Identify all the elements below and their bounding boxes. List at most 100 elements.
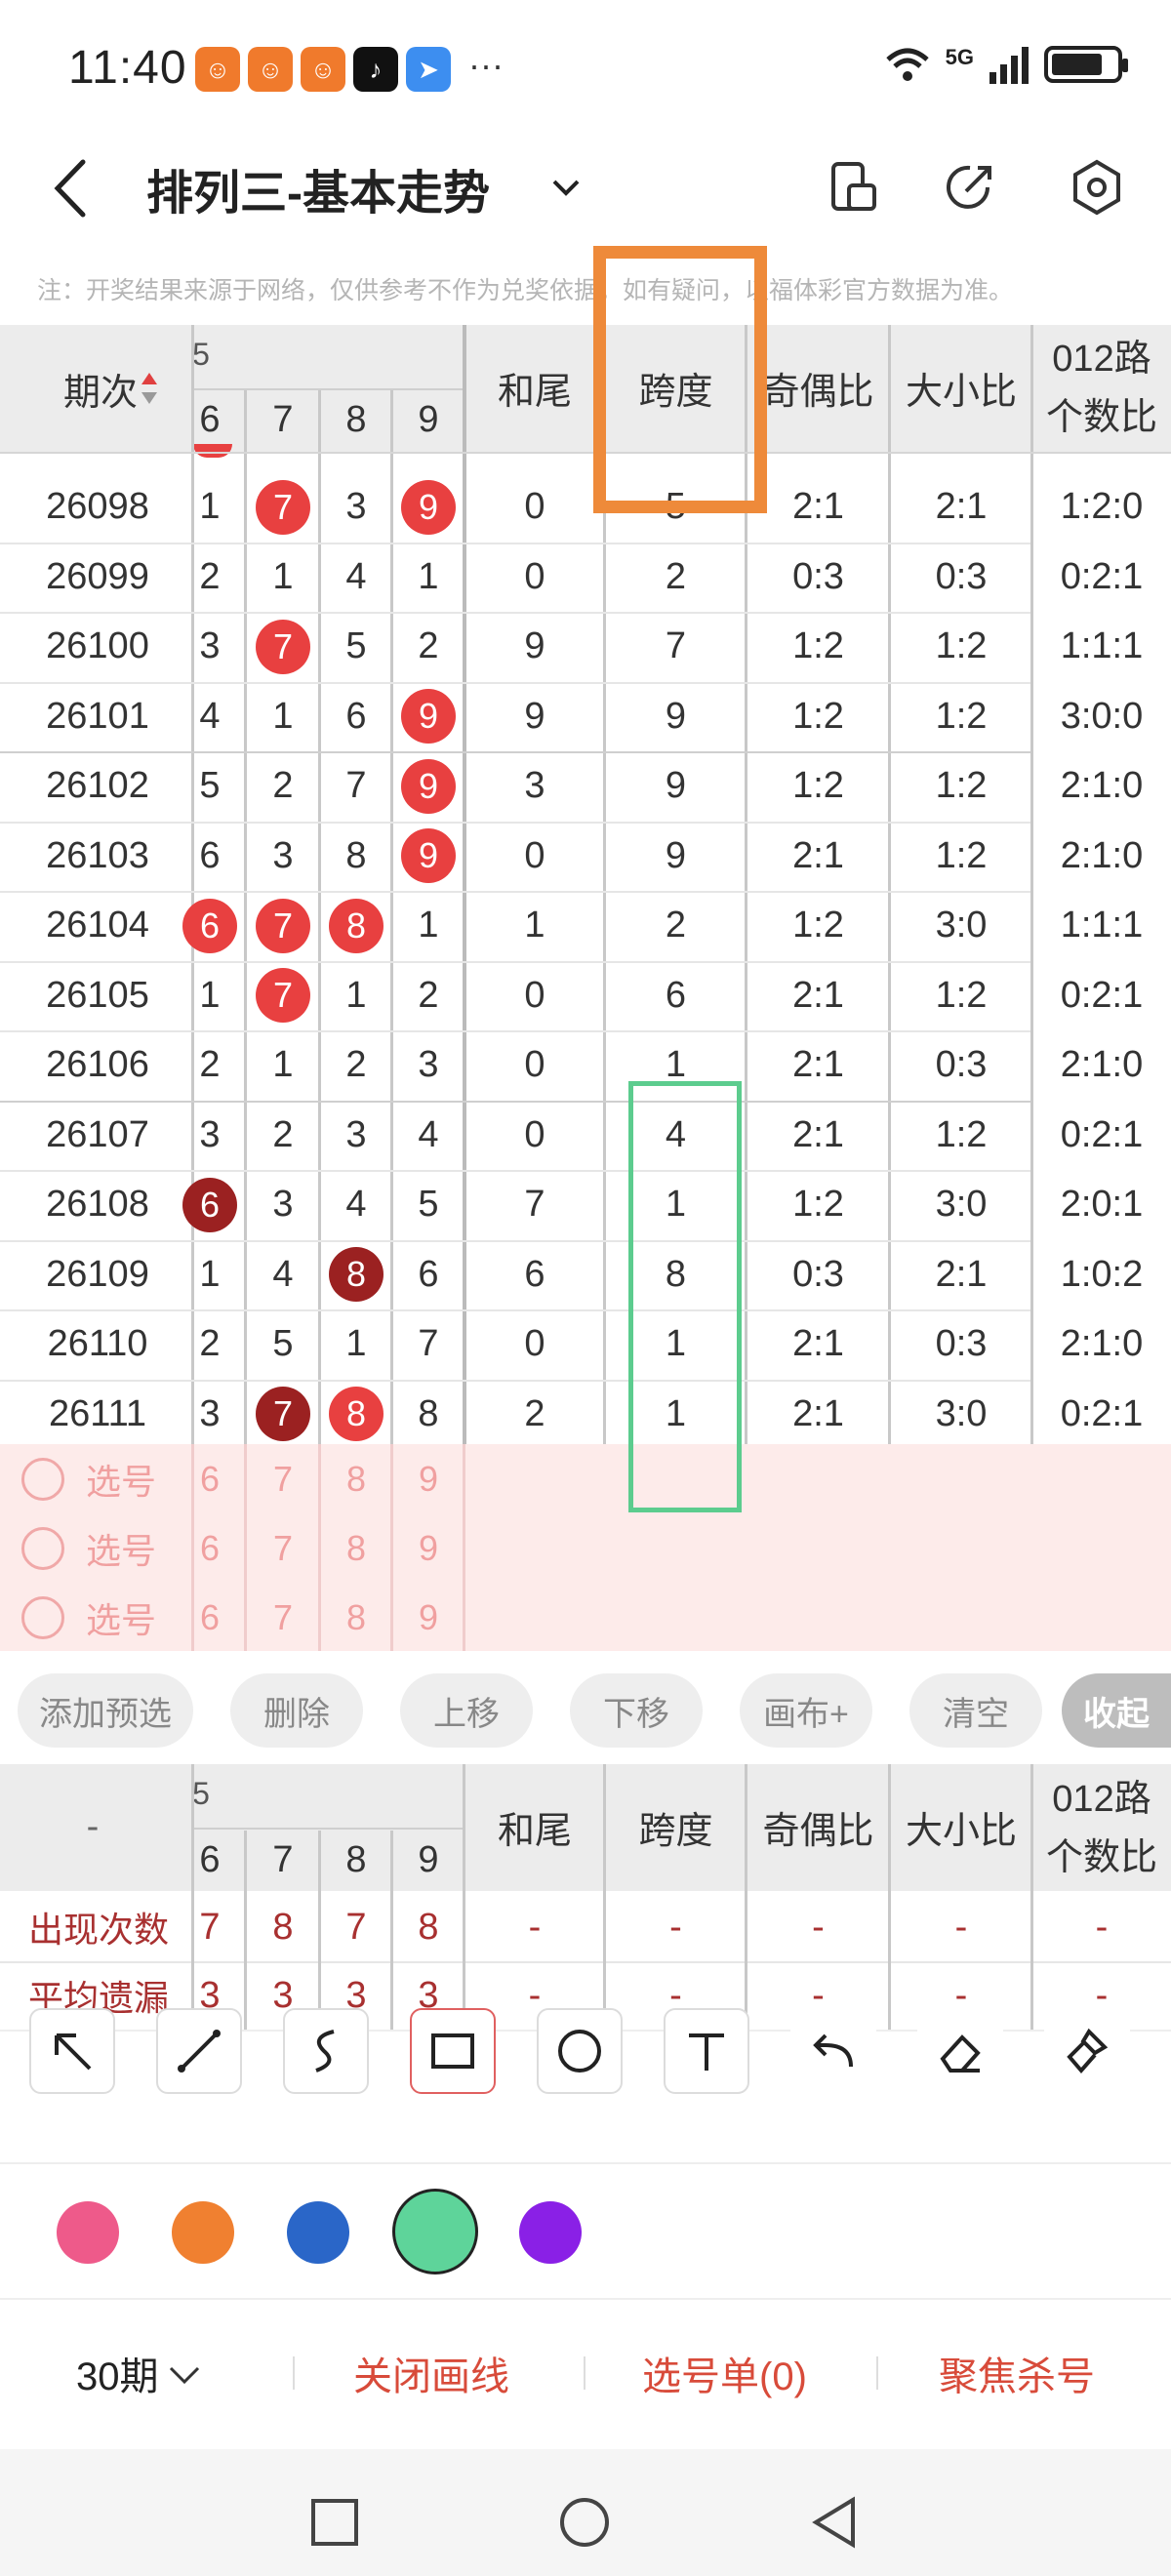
number-ball: 9: [401, 758, 456, 814]
issue-cell: 26103: [46, 834, 149, 876]
hewei-cell: 0: [524, 1113, 545, 1155]
digit-value: 3: [272, 834, 294, 876]
delete-button[interactable]: 删除: [230, 1673, 363, 1748]
share-icon[interactable]: [939, 156, 1001, 219]
freehand-tool-icon[interactable]: [283, 2008, 369, 2094]
select-row[interactable]: 选号: [21, 1444, 187, 1513]
hewei-cell: 7: [524, 1184, 545, 1226]
digit-value: 3: [345, 486, 367, 528]
lu-cell: 1:2:0: [1060, 486, 1144, 528]
jiou-cell: 2:1: [792, 1044, 844, 1086]
select-digit[interactable]: 7: [246, 1444, 320, 1513]
eraser-icon[interactable]: [917, 2008, 1003, 2094]
collapse-button[interactable]: 收起: [1062, 1673, 1171, 1748]
stats-label: 出现次数: [27, 1910, 169, 1950]
select-row[interactable]: 选号: [21, 1513, 187, 1583]
text-tool-icon[interactable]: [664, 2008, 749, 2094]
separator: [876, 2356, 878, 2390]
daxiao-cell: 0:3: [935, 1323, 988, 1365]
digit-cell: 4: [320, 1170, 392, 1240]
stats-dash-cell: -: [812, 1906, 825, 1948]
back-nav-icon[interactable]: [810, 2496, 859, 2549]
select-circle-icon[interactable]: [21, 1595, 64, 1639]
daxiao-cell: 1:2: [935, 834, 988, 876]
color-pink-swatch[interactable]: [57, 2201, 119, 2264]
undo-icon[interactable]: [790, 2008, 876, 2094]
page-title[interactable]: 排列三-基本走势: [146, 154, 490, 222]
add-preselect-button[interactable]: 添加预选: [18, 1673, 193, 1748]
daxiao-cell: 1:2: [935, 695, 988, 737]
select-digit[interactable]: 8: [320, 1513, 392, 1583]
select-digit[interactable]: 9: [392, 1444, 464, 1513]
route-header: 012路 个数比: [1032, 328, 1171, 449]
digit-cell: 3: [392, 1030, 464, 1101]
issue-cell: 26100: [46, 625, 149, 667]
clear-button[interactable]: 清空: [909, 1673, 1042, 1748]
home-icon[interactable]: [558, 2496, 611, 2549]
color-blue-swatch[interactable]: [287, 2201, 349, 2264]
digit-cell: 5: [392, 1170, 464, 1240]
rectangle-tool-icon[interactable]: [410, 2008, 496, 2094]
hewei-cell: 9: [524, 695, 545, 737]
select-digit[interactable]: 9: [392, 1583, 464, 1652]
color-purple-swatch[interactable]: [519, 2201, 582, 2264]
issue-cell: 26108: [46, 1184, 149, 1226]
lu-cell: 0:2:1: [1060, 1392, 1144, 1434]
focus-kill-button[interactable]: 聚焦杀号: [939, 2345, 1095, 2401]
screen-rotate-icon[interactable]: [822, 156, 884, 219]
big-small-header: 大小比: [905, 372, 1017, 413]
sort-icon[interactable]: [138, 369, 161, 408]
canvas-add-button[interactable]: 画布+: [740, 1673, 872, 1748]
column-divider: [244, 1831, 247, 2030]
jiou-cell: 1:2: [792, 765, 844, 807]
partial-col-label: 5: [192, 1775, 210, 1811]
select-digit[interactable]: 6: [180, 1444, 240, 1513]
lu-cell: 0:2:1: [1060, 555, 1144, 597]
select-digit[interactable]: 8: [320, 1444, 392, 1513]
period-select[interactable]: 30期: [76, 2345, 204, 2401]
separator: [584, 2356, 586, 2390]
select-digit[interactable]: 6: [180, 1583, 240, 1652]
back-arrow-icon[interactable]: [44, 154, 102, 222]
issue-cell: 26102: [46, 765, 149, 807]
number-ball: 7: [256, 968, 310, 1024]
digit-value: 4: [345, 555, 367, 597]
color-orange-swatch[interactable]: [172, 2201, 234, 2264]
column-divider: [1030, 1764, 1033, 2030]
digit-cell: 1: [392, 891, 464, 961]
chevron-down-icon[interactable]: [546, 168, 586, 207]
arrow-tool-icon[interactable]: [29, 2008, 115, 2094]
select-digit[interactable]: 7: [246, 1513, 320, 1583]
digit-cell: 3: [320, 472, 392, 543]
select-digit[interactable]: 7: [246, 1583, 320, 1652]
digit-cell: 7: [246, 472, 320, 543]
recent-apps-icon[interactable]: [310, 2498, 359, 2547]
select-circle-icon[interactable]: [21, 1457, 64, 1501]
hewei-cell: 1: [524, 905, 545, 946]
digit-cell: 7: [246, 612, 320, 682]
line-tool-icon[interactable]: [156, 2008, 242, 2094]
network-label: 5G: [945, 45, 974, 69]
move-down-button[interactable]: 下移: [570, 1673, 703, 1748]
digit-cell: 7: [246, 1380, 320, 1450]
select-digit[interactable]: 6: [180, 1513, 240, 1583]
settings-icon[interactable]: [1066, 156, 1128, 219]
digit-cell: 1: [246, 682, 320, 752]
color-green-swatch[interactable]: [392, 2189, 478, 2274]
digit-cell: 7: [320, 751, 392, 822]
issue-header[interactable]: 期次: [39, 340, 185, 437]
close-draw-button[interactable]: 关闭画线: [353, 2345, 509, 2401]
select-circle-icon[interactable]: [21, 1526, 64, 1570]
select-digit[interactable]: 8: [320, 1583, 392, 1652]
select-row[interactable]: 选号: [21, 1583, 187, 1652]
pick-list-button[interactable]: 选号单(0): [642, 2345, 807, 2401]
move-up-button[interactable]: 上移: [400, 1673, 533, 1748]
digit-cell: 4: [392, 1101, 464, 1171]
brush-clear-icon[interactable]: [1044, 2008, 1130, 2094]
digit-cell: 1: [246, 543, 320, 613]
number-ball: 8: [329, 1387, 384, 1442]
circle-tool-icon[interactable]: [537, 2008, 623, 2094]
hewei-cell: 9: [524, 625, 545, 667]
select-digit[interactable]: 9: [392, 1513, 464, 1583]
jiou-cell: 2:1: [792, 1392, 844, 1434]
